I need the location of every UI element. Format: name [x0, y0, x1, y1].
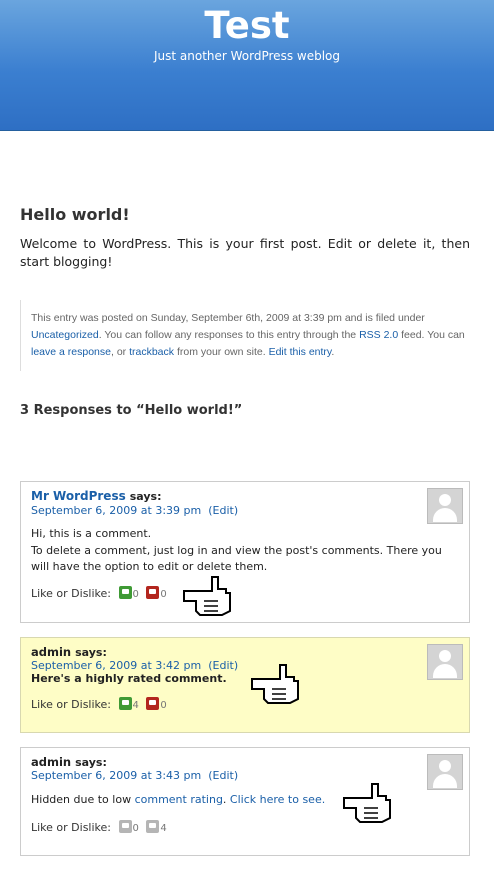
- thumbs-up-icon[interactable]: [118, 586, 132, 599]
- category-link[interactable]: Uncategorized: [31, 329, 99, 341]
- comment-item: admin says: September 6, 2009 at 3:43 pm…: [20, 747, 470, 856]
- site-title[interactable]: Test: [0, 4, 494, 47]
- like-count: 0: [132, 589, 139, 600]
- trackback-link[interactable]: trackback: [129, 346, 174, 358]
- site-description: Just another WordPress weblog: [153, 49, 340, 63]
- meta-text: from your own site.: [176, 346, 266, 358]
- like-dislike-row: Like or Dislike: 4 0: [31, 697, 167, 711]
- meta-text: This entry was posted on Sunday, Septemb…: [31, 312, 425, 324]
- like-count: 4: [132, 700, 139, 711]
- like-dislike-row: Like or Dislike: 0 4: [31, 820, 167, 834]
- hidden-notice: Hidden due to low: [31, 793, 132, 806]
- post-body: Welcome to WordPress. This is your first…: [20, 236, 470, 269]
- dislike-count: 0: [160, 700, 167, 711]
- comment-author: Mr WordPress says:: [31, 489, 162, 503]
- comment-author-link[interactable]: Mr WordPress: [31, 489, 126, 503]
- hand-pointer-icon: [343, 783, 391, 823]
- thumbs-up-icon[interactable]: [118, 697, 132, 710]
- meta-text: , or: [110, 346, 127, 358]
- leave-response-link[interactable]: leave a response: [31, 346, 111, 358]
- comment-date-link[interactable]: September 6, 2009 at 3:39 pm: [31, 504, 201, 517]
- comment-rating-link[interactable]: comment rating: [135, 793, 223, 806]
- hand-pointer-icon: [183, 576, 231, 616]
- thumbs-down-icon[interactable]: [146, 586, 160, 599]
- avatar-icon: [427, 754, 463, 790]
- edit-entry-link[interactable]: Edit this entry: [269, 346, 332, 358]
- post-meta: This entry was posted on Sunday, Septemb…: [20, 300, 471, 371]
- responses-heading: 3 Responses to “Hello world!”: [20, 403, 243, 418]
- dislike-count: 0: [160, 589, 167, 600]
- rss-link[interactable]: RSS 2.0: [359, 329, 398, 341]
- hand-pointer-icon: [251, 664, 299, 704]
- avatar-icon: [427, 488, 463, 524]
- thumbs-down-icon[interactable]: [146, 697, 160, 710]
- dislike-count: 4: [160, 823, 167, 834]
- post-title[interactable]: Hello world!: [20, 205, 130, 224]
- comment-edit-link[interactable]: (Edit): [208, 504, 238, 517]
- comment-text-line: To delete a comment, just log in and vie…: [31, 543, 442, 574]
- like-label: Like or Dislike:: [31, 821, 111, 834]
- comment-date-line: September 6, 2009 at 3:43 pm (Edit): [31, 769, 238, 782]
- like-dislike-row: Like or Dislike: 0 0: [31, 586, 167, 600]
- meta-text: feed.: [401, 329, 425, 341]
- like-count: 0: [132, 823, 139, 834]
- meta-text: . You can follow any responses to this e…: [98, 329, 357, 341]
- thumbs-up-icon[interactable]: [118, 820, 132, 833]
- meta-text: You can: [427, 329, 465, 341]
- like-label: Like or Dislike:: [31, 587, 111, 600]
- comment-says: says:: [75, 756, 107, 769]
- thumbs-down-icon[interactable]: [146, 820, 160, 833]
- comment-text-line: Hi, this is a comment.: [31, 527, 152, 540]
- avatar-icon: [427, 644, 463, 680]
- comment-date-line: September 6, 2009 at 3:39 pm (Edit): [31, 504, 238, 517]
- like-label: Like or Dislike:: [31, 698, 111, 711]
- comment-date-link[interactable]: September 6, 2009 at 3:43 pm: [31, 769, 201, 782]
- comment-text: Hidden due to low comment rating. Click …: [31, 792, 461, 809]
- meta-text: .: [331, 346, 335, 358]
- comment-author-name: admin: [31, 645, 72, 659]
- comment-author-name: admin: [31, 755, 72, 769]
- comment-edit-link[interactable]: (Edit): [208, 769, 238, 782]
- comment-text: Hi, this is a comment. To delete a comme…: [31, 526, 461, 576]
- comment-author: admin says:: [31, 645, 107, 659]
- comment-item: admin says: September 6, 2009 at 3:42 pm…: [20, 637, 470, 733]
- comment-author: admin says:: [31, 755, 107, 769]
- comment-says: says:: [75, 646, 107, 659]
- site-header: Test Just another WordPress weblog: [0, 0, 494, 131]
- comment-text: Here's a highly rated comment.: [31, 672, 227, 685]
- comment-item: Mr WordPress says: September 6, 2009 at …: [20, 481, 470, 623]
- show-comment-link[interactable]: Click here to see.: [230, 793, 325, 806]
- comment-says: says:: [129, 490, 162, 503]
- period: .: [222, 793, 227, 806]
